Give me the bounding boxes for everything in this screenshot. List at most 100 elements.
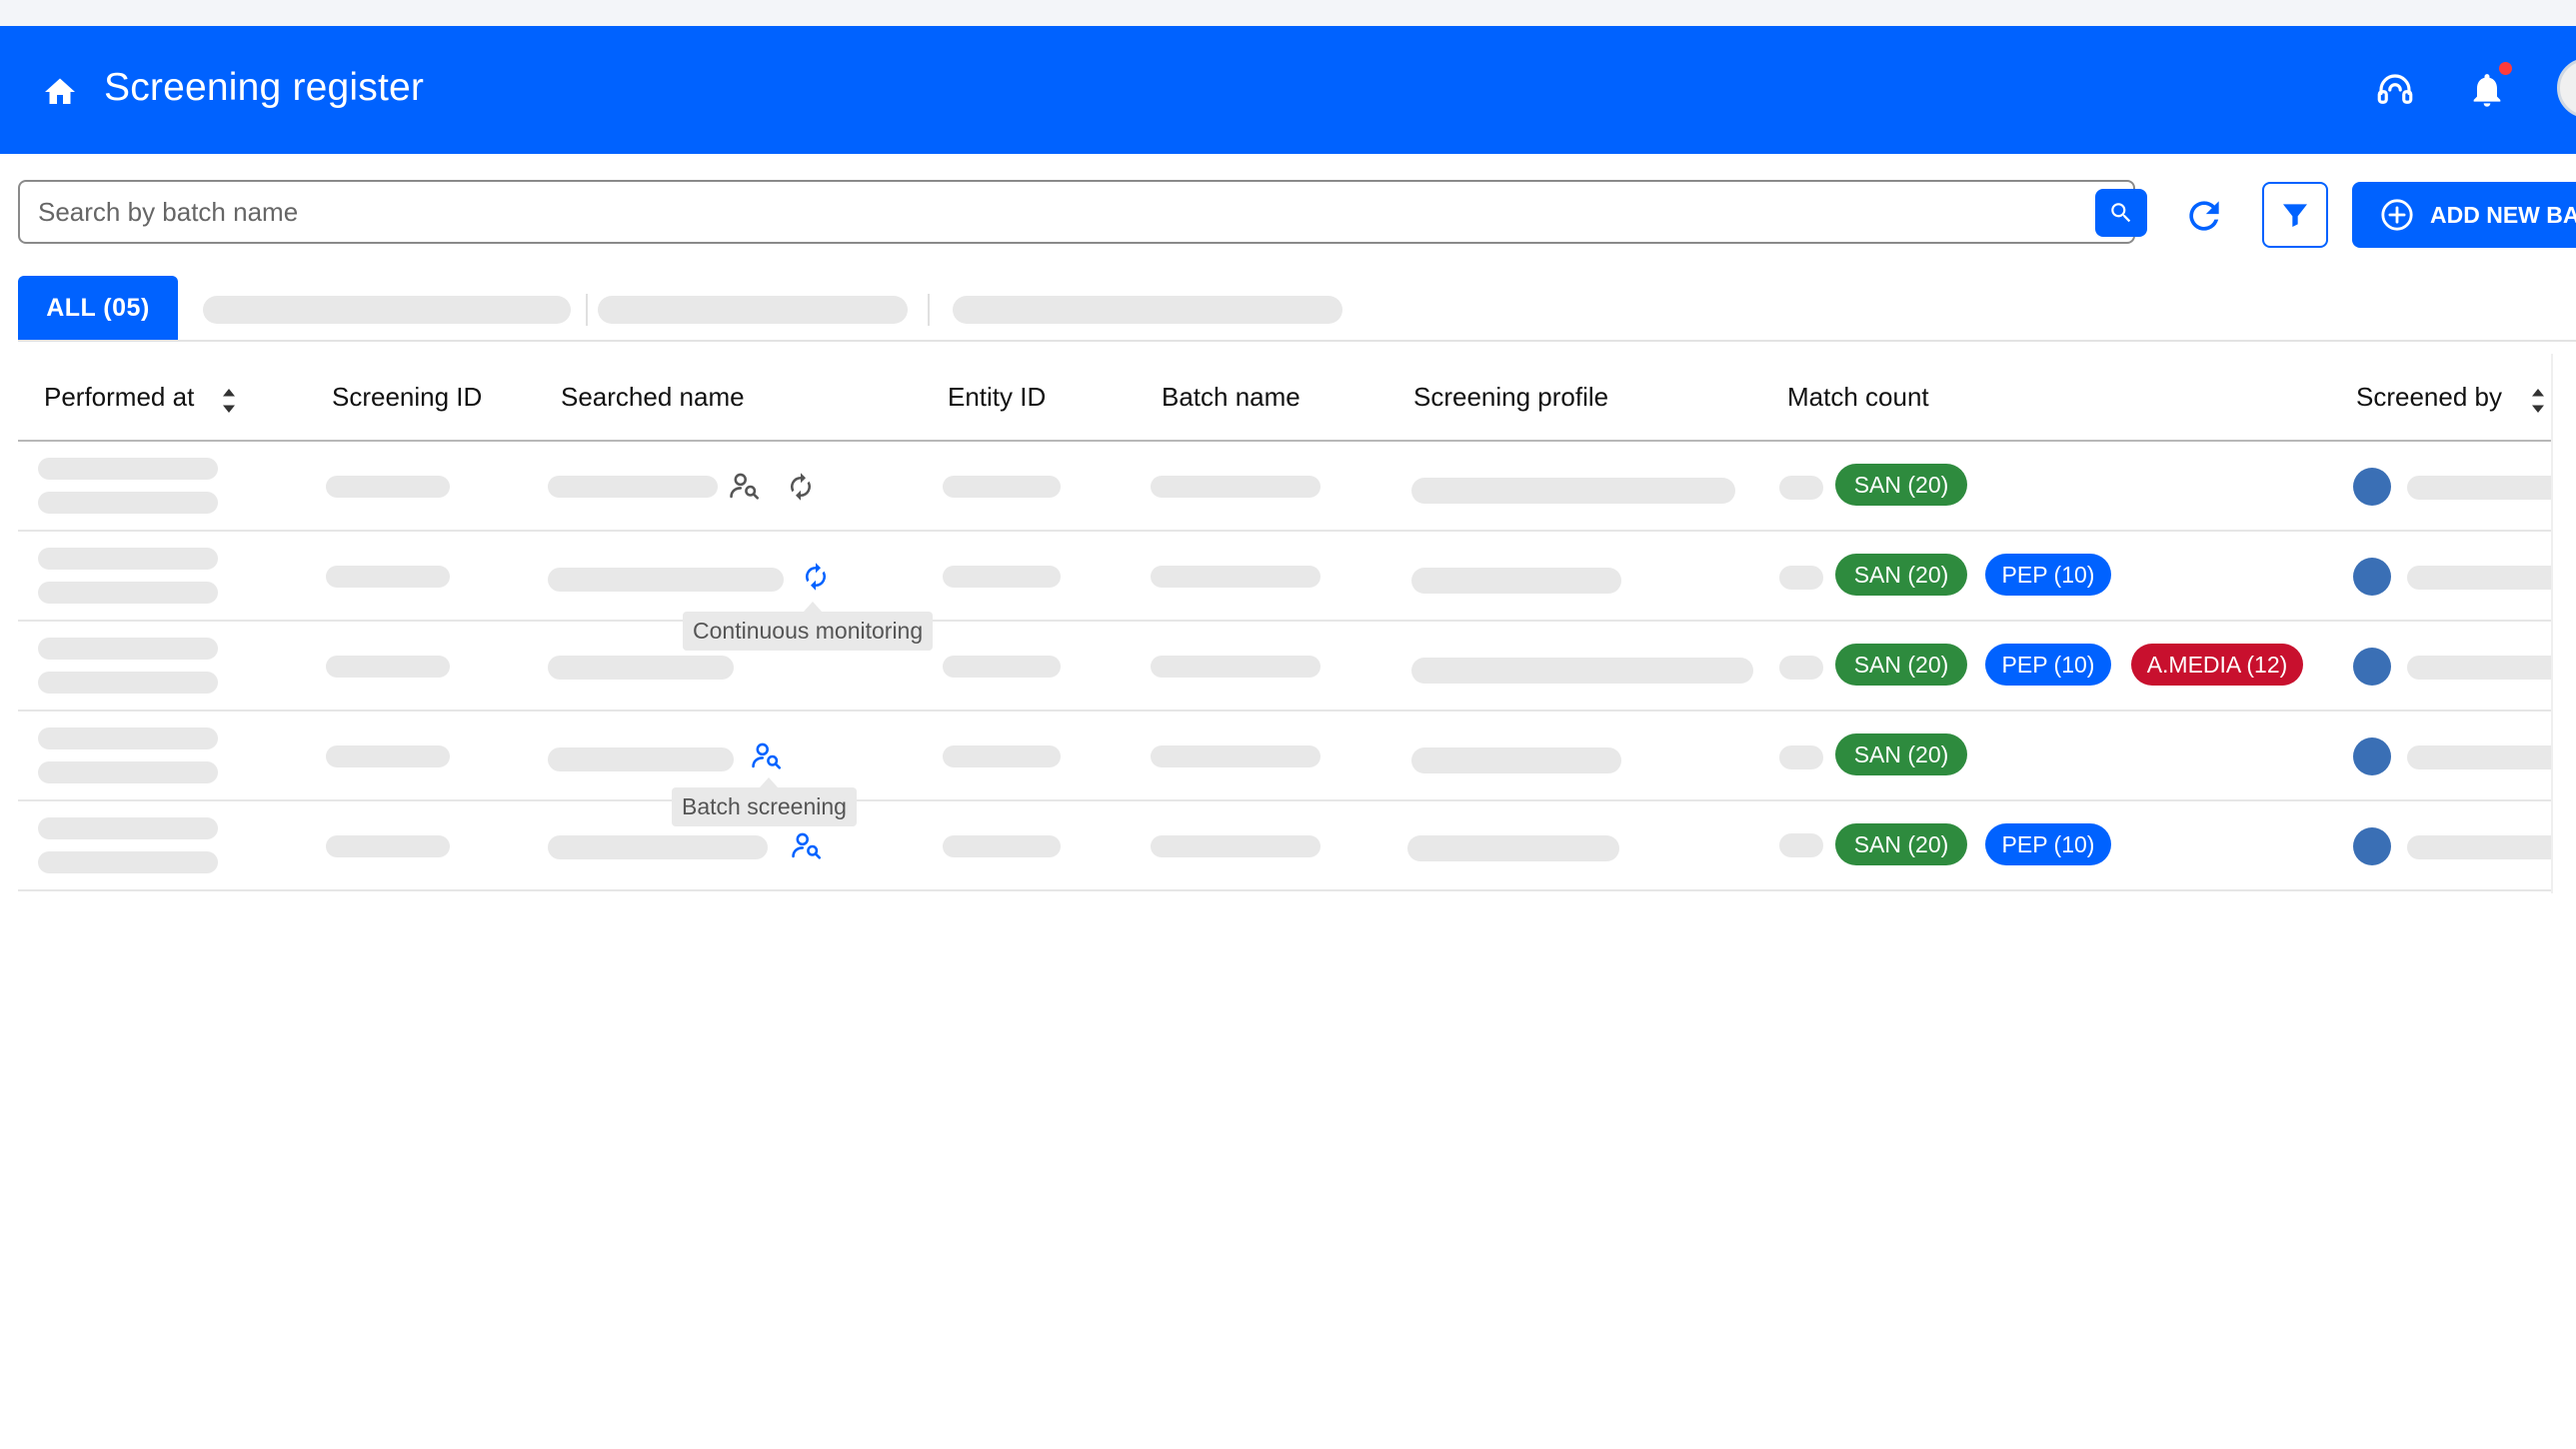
badge-pep[interactable]: PEP (10) bbox=[1985, 554, 2111, 596]
placeholder-time bbox=[38, 761, 218, 783]
placeholder-time bbox=[38, 582, 218, 604]
page-title: Screening register bbox=[104, 66, 425, 109]
search-icon bbox=[2111, 203, 2131, 223]
column-header-screening-profile: Screening profile bbox=[1413, 382, 1609, 412]
column-header-match-count: Match count bbox=[1787, 382, 1929, 412]
avatar[interactable] bbox=[2557, 58, 2576, 118]
search-button[interactable] bbox=[2095, 189, 2147, 237]
placeholder-screening-profile bbox=[1407, 835, 1619, 861]
filter-button[interactable] bbox=[2262, 182, 2328, 248]
tab-placeholder[interactable] bbox=[203, 296, 571, 324]
column-header-searched-name: Searched name bbox=[561, 382, 745, 412]
badge-adverse-media[interactable]: A.MEDIA (12) bbox=[2131, 644, 2303, 686]
badge-san[interactable]: SAN (20) bbox=[1835, 554, 1967, 596]
badge-san[interactable]: SAN (20) bbox=[1835, 464, 1967, 506]
placeholder-date bbox=[38, 727, 218, 749]
placeholder-screening-profile bbox=[1411, 478, 1735, 504]
tab-placeholder[interactable] bbox=[953, 296, 1342, 324]
placeholder-date bbox=[38, 458, 218, 480]
placeholder-date bbox=[38, 638, 218, 660]
avatar[interactable] bbox=[2353, 648, 2391, 686]
placeholder-match-total bbox=[1779, 656, 1823, 680]
badge-pep[interactable]: PEP (10) bbox=[1985, 823, 2111, 865]
placeholder-match-total bbox=[1779, 476, 1823, 500]
avatar[interactable] bbox=[2353, 827, 2391, 865]
placeholder-screening-profile bbox=[1411, 747, 1621, 773]
continuous-monitoring-icon[interactable] bbox=[786, 472, 816, 502]
tab-all[interactable]: ALL (05) bbox=[18, 276, 178, 340]
placeholder-entity-id bbox=[943, 566, 1061, 588]
column-header-screening-id: Screening ID bbox=[332, 382, 483, 412]
home-icon[interactable] bbox=[40, 74, 80, 110]
placeholder-searched-name bbox=[548, 476, 718, 498]
placeholder-screening-profile bbox=[1411, 658, 1753, 684]
tooltip-continuous-monitoring: Continuous monitoring bbox=[683, 612, 934, 651]
refresh-icon[interactable] bbox=[2182, 194, 2226, 238]
placeholder-screening-id bbox=[326, 835, 450, 857]
filter-icon bbox=[2283, 204, 2307, 227]
placeholder-searched-name bbox=[548, 568, 784, 592]
column-header-performed-at[interactable]: Performed at bbox=[44, 382, 194, 413]
horizontal-overflow-edge bbox=[2551, 354, 2576, 893]
placeholder-screening-profile bbox=[1411, 568, 1621, 594]
batch-screening-icon[interactable] bbox=[750, 739, 784, 773]
table-row[interactable]: SAN (20) PEP (10) bbox=[18, 801, 2576, 891]
badge-san[interactable]: SAN (20) bbox=[1835, 823, 1967, 865]
table-header: Performed at Screening ID Searched name … bbox=[18, 360, 2576, 442]
placeholder-screening-id bbox=[326, 656, 450, 678]
continuous-monitoring-icon[interactable] bbox=[801, 562, 831, 592]
batch-screening-icon[interactable] bbox=[728, 470, 762, 504]
column-header-screened-by[interactable]: Screened by bbox=[2356, 382, 2502, 413]
table-row[interactable]: SAN (20) bbox=[18, 712, 2576, 801]
placeholder-entity-id bbox=[943, 476, 1061, 498]
browser-top-strip bbox=[0, 0, 2576, 26]
sort-icon[interactable] bbox=[220, 386, 238, 416]
search-input[interactable] bbox=[38, 182, 2037, 242]
batch-screening-icon[interactable] bbox=[790, 829, 824, 863]
column-header-batch-name: Batch name bbox=[1162, 382, 1300, 412]
placeholder-batch-name bbox=[1151, 745, 1320, 767]
table-row[interactable]: SAN (20) PEP (10) bbox=[18, 532, 2576, 622]
badge-san[interactable]: SAN (20) bbox=[1835, 644, 1967, 686]
placeholder-batch-name bbox=[1151, 476, 1320, 498]
placeholder-date bbox=[38, 817, 218, 839]
sort-icon[interactable] bbox=[2529, 386, 2547, 416]
avatar[interactable] bbox=[2353, 558, 2391, 596]
placeholder-entity-id bbox=[943, 656, 1061, 678]
add-new-batch-label: ADD NEW BATCH bbox=[2430, 201, 2576, 228]
placeholder-match-total bbox=[1779, 833, 1823, 857]
column-header-entity-id: Entity ID bbox=[948, 382, 1047, 412]
headset-icon[interactable] bbox=[2374, 69, 2416, 111]
placeholder-match-total bbox=[1779, 566, 1823, 590]
avatar[interactable] bbox=[2353, 468, 2391, 506]
placeholder-entity-id bbox=[943, 835, 1061, 857]
avatar[interactable] bbox=[2353, 737, 2391, 775]
tab-bar: ALL (05) bbox=[18, 276, 2576, 342]
placeholder-searched-name bbox=[548, 656, 734, 680]
tooltip-arrow bbox=[760, 777, 778, 787]
badge-pep[interactable]: PEP (10) bbox=[1985, 644, 2111, 686]
bell-icon[interactable] bbox=[2467, 69, 2507, 111]
placeholder-time bbox=[38, 672, 218, 694]
tab-divider bbox=[586, 294, 588, 326]
tab-divider bbox=[928, 294, 930, 326]
badge-san[interactable]: SAN (20) bbox=[1835, 733, 1967, 775]
placeholder-screening-id bbox=[326, 566, 450, 588]
placeholder-batch-name bbox=[1151, 656, 1320, 678]
table-row[interactable]: SAN (20) PEP (10) A.MEDIA (12) bbox=[18, 622, 2576, 712]
placeholder-batch-name bbox=[1151, 835, 1320, 857]
placeholder-time bbox=[38, 851, 218, 873]
placeholder-match-total bbox=[1779, 745, 1823, 769]
add-new-batch-button[interactable]: ADD NEW BATCH bbox=[2352, 182, 2576, 248]
placeholder-searched-name bbox=[548, 835, 768, 859]
search-box bbox=[18, 180, 2147, 244]
placeholder-screening-id bbox=[326, 476, 450, 498]
tab-placeholder[interactable] bbox=[598, 296, 908, 324]
placeholder-date bbox=[38, 548, 218, 570]
notification-dot bbox=[2499, 62, 2512, 75]
placeholder-batch-name bbox=[1151, 566, 1320, 588]
table-row[interactable]: SAN (20) bbox=[18, 442, 2576, 532]
tooltip-arrow bbox=[804, 602, 822, 612]
app-header: Screening register bbox=[0, 26, 2576, 154]
tooltip-batch-screening: Batch screening bbox=[672, 787, 857, 826]
